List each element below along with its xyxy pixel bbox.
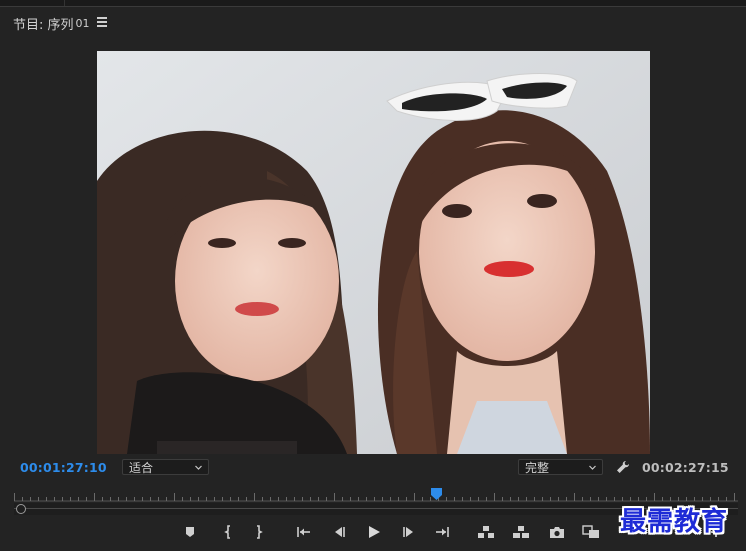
zoom-scroll-handle[interactable]: [16, 504, 26, 514]
play-icon: [369, 526, 380, 538]
step-back-icon: [335, 527, 345, 537]
mark-in-button[interactable]: [218, 522, 238, 542]
zoom-level-value: 适合: [129, 461, 154, 475]
marker-icon: [186, 527, 194, 537]
hamburger-menu-icon[interactable]: [97, 17, 107, 27]
step-back-button[interactable]: [329, 522, 349, 542]
compare-view-button[interactable]: [581, 522, 601, 542]
mark-in-icon: [224, 525, 230, 539]
go-to-out-icon: [436, 527, 449, 537]
chevron-down-icon: [589, 465, 596, 470]
mark-out-icon: [257, 525, 263, 539]
zoom-level-select[interactable]: 适合: [122, 459, 209, 475]
extract-button[interactable]: [511, 522, 531, 542]
watermark-logo: 最需教育: [620, 507, 729, 537]
add-marker-button[interactable]: [180, 522, 200, 542]
panel-border: [0, 6, 746, 7]
play-button[interactable]: [364, 522, 384, 542]
sequence-number: 01: [75, 16, 90, 30]
mark-out-button[interactable]: [249, 522, 269, 542]
playback-resolution-select[interactable]: 完整: [518, 459, 603, 475]
wrench-icon[interactable]: [615, 459, 631, 475]
go-to-in-button[interactable]: [294, 522, 314, 542]
chevron-down-icon: [195, 465, 202, 470]
go-to-out-button[interactable]: [432, 522, 452, 542]
time-ruler[interactable]: [14, 488, 738, 502]
current-timecode[interactable]: 00:01:27:10: [20, 460, 107, 475]
playback-resolution-value: 完整: [525, 461, 550, 475]
camera-icon: [550, 526, 564, 538]
panel-title-label: 节目: 序列: [13, 17, 74, 33]
export-frame-button[interactable]: [547, 522, 567, 542]
extract-icon: [513, 526, 529, 538]
lift-icon: [478, 526, 494, 538]
playhead-handle[interactable]: [431, 488, 442, 500]
step-forward-button[interactable]: [399, 522, 419, 542]
comparison-icon: [582, 525, 599, 538]
program-monitor-title[interactable]: 节目: 序列 01: [13, 14, 90, 33]
program-viewer-frame: [97, 51, 650, 454]
lift-button[interactable]: [476, 522, 496, 542]
go-to-in-icon: [297, 527, 310, 537]
step-forward-icon: [403, 527, 413, 537]
duration-timecode: 00:02:27:15: [642, 460, 729, 475]
